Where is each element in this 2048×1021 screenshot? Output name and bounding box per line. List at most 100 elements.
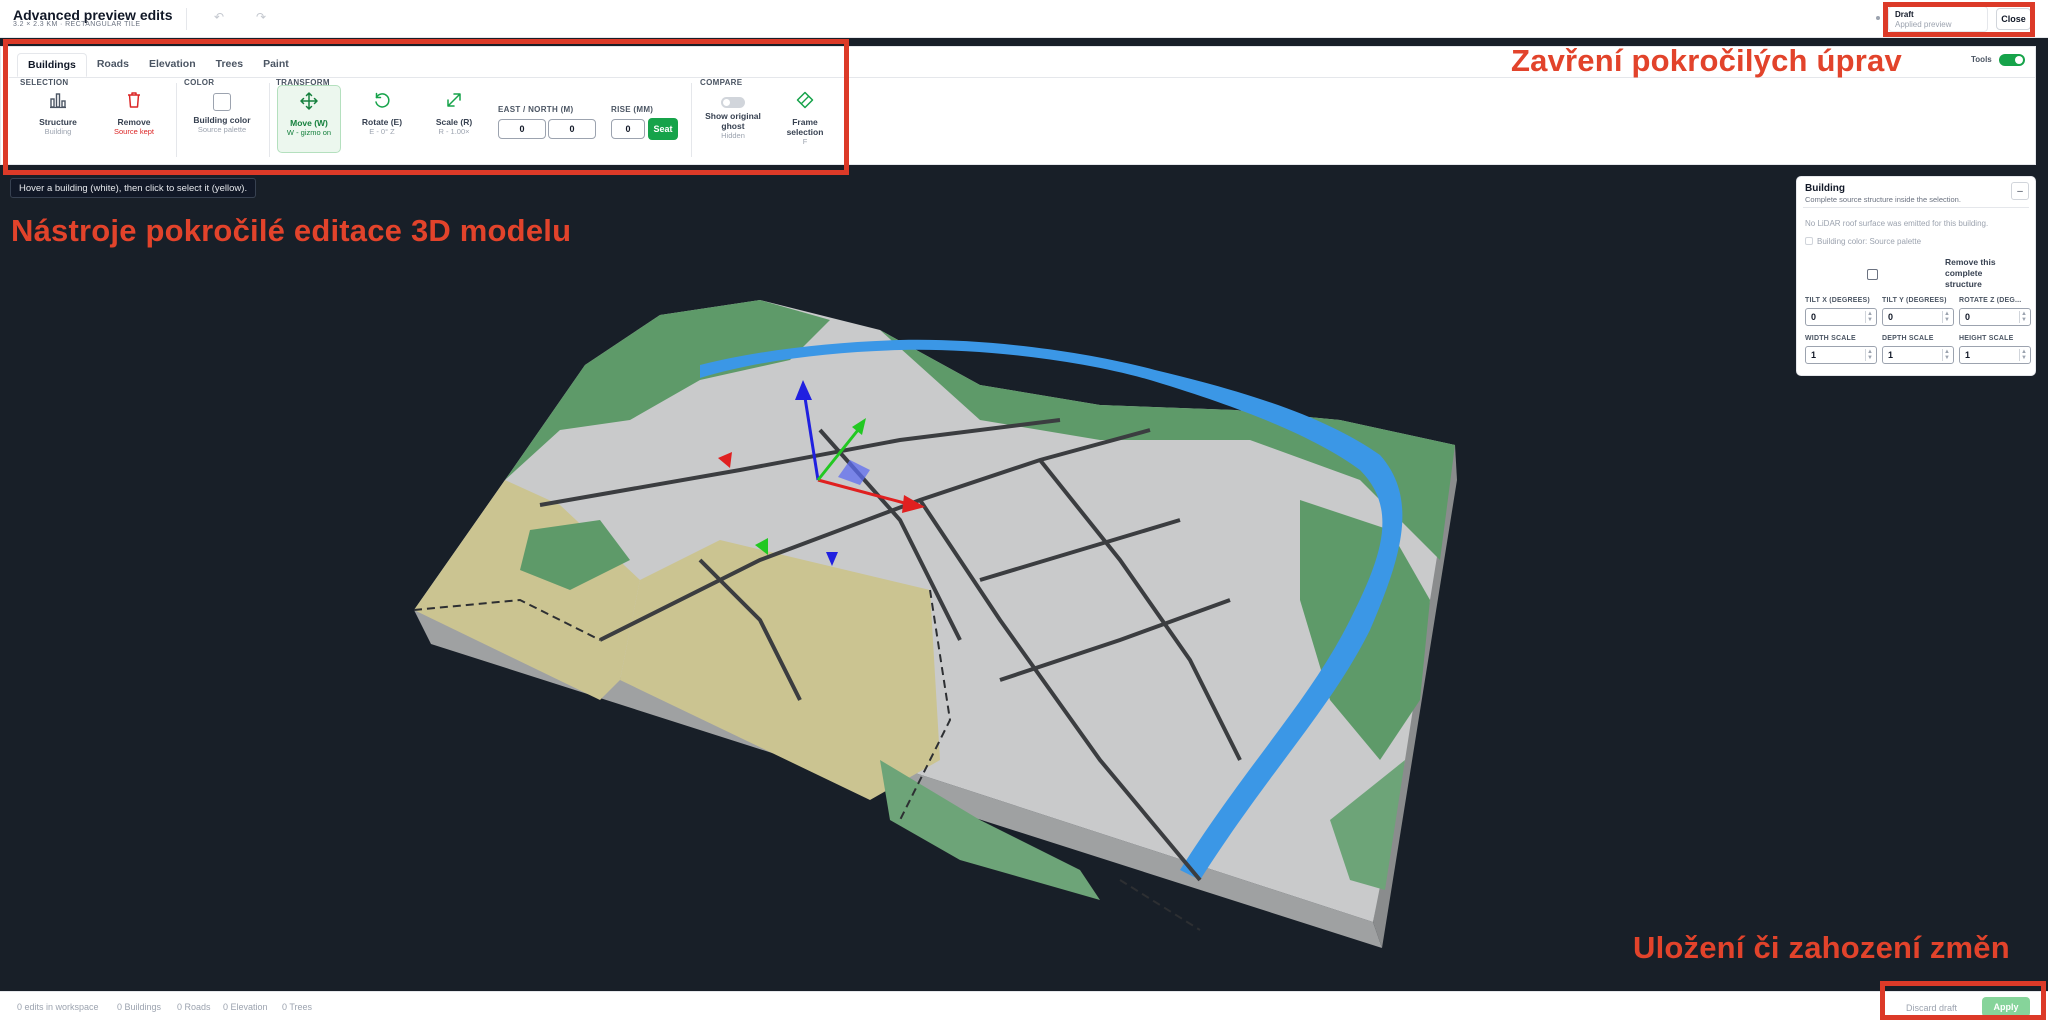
tab-roads[interactable]: Roads [87, 53, 139, 77]
spinner-icon[interactable]: ▲ ▼ [2019, 311, 2027, 323]
tilt-x-value: 0 [1811, 312, 1817, 322]
spinner-icon[interactable]: ▲ ▼ [1942, 349, 1950, 361]
draft-status-badge: Draft Applied preview [1888, 6, 1988, 32]
draft-title: Draft [1895, 10, 1914, 19]
section-divider [176, 83, 177, 157]
width-scale-value: 1 [1811, 350, 1817, 360]
remove-structure-checkbox[interactable] [1867, 269, 1878, 280]
header-divider [186, 8, 187, 30]
tab-buildings[interactable]: Buildings [17, 53, 87, 77]
tilt-y-value: 0 [1888, 312, 1894, 322]
spinner-icon[interactable]: ▲ ▼ [2019, 349, 2027, 361]
trees-count: 0 Trees [282, 1002, 313, 1012]
buildings-count: 0 Buildings [117, 1002, 162, 1012]
apply-button[interactable]: Apply [1982, 997, 2030, 1017]
building-panel-subtitle: Complete source structure inside the sel… [1805, 195, 1961, 204]
tilt-y-label: TILT Y (DEGREES) [1882, 297, 1947, 304]
ghost-sub: Hidden [721, 131, 745, 140]
spinner-icon[interactable]: ▲ ▼ [1865, 311, 1873, 323]
ghost-toggle-switch[interactable] [721, 97, 745, 108]
section-divider [691, 83, 692, 157]
move-tool-button[interactable]: Move (W) W - gizmo on [277, 85, 341, 153]
width-scale-label: WIDTH SCALE [1805, 335, 1856, 342]
bar-chart-icon [26, 91, 90, 117]
move-label: Move (W) [290, 118, 328, 128]
annotation-close-text: Zavření pokročilých úprav [1511, 43, 1902, 78]
rotate-label: Rotate (E) [361, 117, 403, 127]
discard-draft-button[interactable]: Discard draft [1906, 1001, 1957, 1015]
scale-sub: R - 1.00× [438, 127, 470, 136]
tools-toggle[interactable] [1999, 54, 2025, 66]
rotate-tool-button[interactable]: Rotate (E) E - 0° Z [350, 85, 414, 153]
scale-arrow-icon [422, 91, 486, 117]
building-color-label: Building color [193, 115, 251, 125]
panel-divider [1803, 207, 2029, 208]
seat-button[interactable]: Seat [648, 118, 678, 140]
lidar-note: No LiDAR roof surface was emitted for th… [1805, 219, 1989, 228]
frame-sub: F [802, 137, 808, 146]
scale-tool-button[interactable]: Scale (R) R - 1.00× [422, 85, 486, 153]
tab-trees[interactable]: Trees [206, 53, 253, 77]
rise-input[interactable] [611, 119, 645, 139]
depth-scale-value: 1 [1888, 350, 1894, 360]
map-viewport[interactable] [0, 165, 2048, 991]
edits-count: 0 edits in workspace [17, 1002, 99, 1012]
depth-scale-input[interactable]: 1 ▲ ▼ [1882, 346, 1954, 364]
show-ghost-toggle[interactable]: Show original ghost Hidden [701, 83, 765, 151]
tools-toggle-label: Tools [1971, 55, 1992, 64]
rotate-z-value: 0 [1965, 312, 1971, 322]
elevation-count: 0 Elevation [223, 1002, 268, 1012]
selection-hint-tooltip: Hover a building (white), then click to … [10, 178, 257, 198]
spinner-icon[interactable]: ▲ ▼ [1865, 349, 1873, 361]
tab-paint[interactable]: Paint [253, 53, 299, 77]
building-color-checkbox[interactable]: Building color: Source palette [1805, 237, 1921, 246]
rotate-icon [350, 91, 414, 117]
structure-sub: Building [44, 127, 72, 136]
tab-bar: Buildings Roads Elevation Trees Paint [17, 53, 299, 77]
spinner-icon[interactable]: ▲ ▼ [1942, 311, 1950, 323]
collapse-panel-button[interactable]: – [2011, 182, 2029, 200]
frame-icon [773, 91, 837, 117]
checkbox-box[interactable] [1805, 237, 1813, 245]
trash-icon [102, 91, 166, 117]
remove-button[interactable]: Remove Source kept [102, 85, 166, 153]
status-footer: 0 edits in workspace 0 Buildings 0 Roads… [0, 991, 2048, 1021]
rotate-z-input[interactable]: 0 ▲ ▼ [1959, 308, 2031, 326]
roads-count: 0 Roads [177, 1002, 211, 1012]
ghost-label: Show original ghost [705, 111, 761, 131]
tilt-x-label: TILT X (DEGREES) [1805, 297, 1870, 304]
section-divider [269, 83, 270, 157]
annotation-tools-text: Nástroje pokročilé editace 3D modelu [11, 213, 572, 248]
tilt-y-input[interactable]: 0 ▲ ▼ [1882, 308, 1954, 326]
east-north-label: EAST / NORTH (M) [498, 105, 574, 114]
frame-label: Frame selection [786, 117, 824, 137]
redo-icon[interactable]: ↷ [256, 10, 266, 24]
move-arrows-icon [278, 92, 340, 118]
building-panel-title: Building [1805, 183, 1845, 194]
undo-icon[interactable]: ↶ [214, 10, 224, 24]
remove-structure-label: Remove this complete structure [1945, 257, 1996, 289]
draft-subtitle: Applied preview [1895, 20, 1952, 29]
east-input[interactable] [498, 119, 546, 139]
building-color-sub: Source palette [197, 125, 247, 134]
top-header: Advanced preview edits 3.2 × 2.3 KM · RE… [0, 0, 2048, 38]
close-button[interactable]: Close [1996, 8, 2031, 30]
rise-label: RISE (MM) [611, 105, 654, 114]
rotate-z-label: ROTATE Z (DEG... [1959, 297, 2022, 304]
tab-elevation[interactable]: Elevation [139, 53, 206, 77]
building-color-button[interactable]: Building color Source palette [190, 83, 254, 151]
status-dot-icon [1876, 16, 1880, 20]
width-scale-input[interactable]: 1 ▲ ▼ [1805, 346, 1877, 364]
remove-label: Remove [117, 117, 151, 127]
depth-scale-label: DEPTH SCALE [1882, 335, 1934, 342]
height-scale-input[interactable]: 1 ▲ ▼ [1959, 346, 2031, 364]
structure-button[interactable]: Structure Building [26, 85, 90, 153]
north-input[interactable] [548, 119, 596, 139]
frame-selection-button[interactable]: Frame selection F [773, 85, 837, 153]
color-swatch [213, 93, 231, 111]
building-color-check-label: Building color: Source palette [1817, 237, 1922, 246]
building-panel: Building Complete source structure insid… [1796, 176, 2036, 376]
move-sub: W - gizmo on [286, 128, 332, 137]
remove-sub: Source kept [113, 127, 155, 136]
tilt-x-input[interactable]: 0 ▲ ▼ [1805, 308, 1877, 326]
